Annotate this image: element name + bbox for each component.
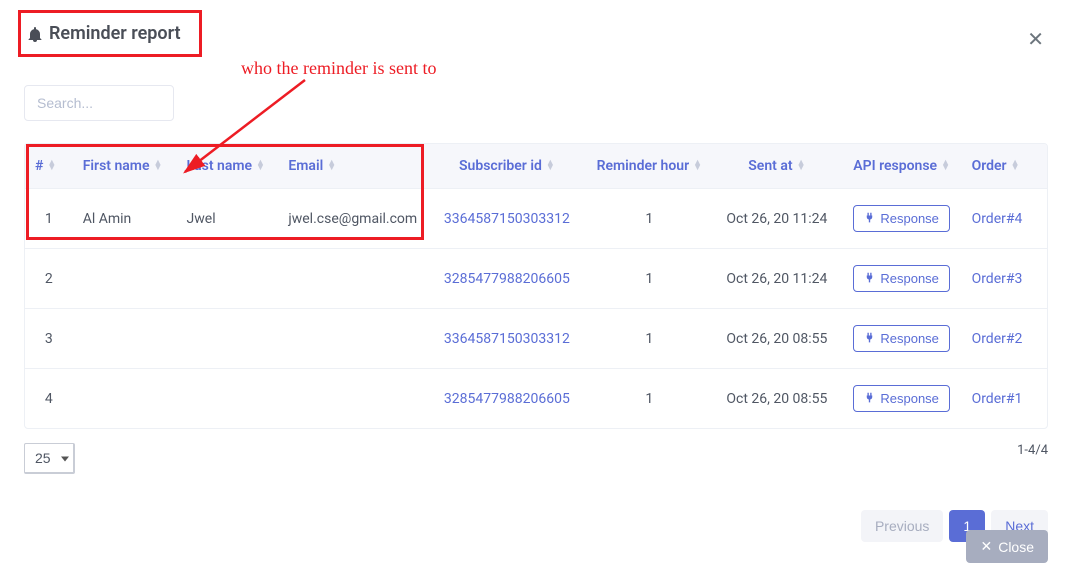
- cell-reminder-hour: 1: [587, 189, 713, 249]
- cell-order: Order#3: [962, 249, 1047, 309]
- table-footer: 25 1-4/4: [24, 443, 1048, 474]
- previous-button[interactable]: Previous: [861, 510, 943, 542]
- reminder-report-modal: Reminder report ✕ #▲▼ First name▲▼ Last …: [0, 0, 1072, 562]
- cell-order: Order#4: [962, 189, 1047, 249]
- cell-email: [278, 369, 427, 429]
- cell-subscriber-id: 3285477988206605: [427, 369, 586, 429]
- response-button[interactable]: Response: [853, 385, 950, 412]
- sort-icon: ▲▼: [693, 161, 702, 171]
- sort-icon: ▲▼: [327, 161, 336, 171]
- cell-last-name: [177, 369, 279, 429]
- sort-icon: ▲▼: [546, 161, 555, 171]
- cell-num: 4: [25, 369, 73, 429]
- sort-icon: ▲▼: [154, 161, 163, 171]
- cell-api-response: Response: [842, 249, 962, 309]
- pager: Previous 1 Next: [24, 510, 1048, 542]
- cell-first-name: [73, 369, 177, 429]
- col-header-first-name[interactable]: First name▲▼: [73, 144, 177, 189]
- cell-email: jwel.cse@gmail.com: [278, 189, 427, 249]
- modal-footer: ✕ Close: [966, 530, 1048, 563]
- table-header-row: #▲▼ First name▲▼ Last name▲▼ Email▲▼ Sub…: [25, 144, 1047, 189]
- cell-last-name: [177, 309, 279, 369]
- cell-reminder-hour: 1: [587, 249, 713, 309]
- modal-title: Reminder report: [49, 23, 181, 44]
- sort-icon: ▲▼: [256, 161, 265, 171]
- table-row: 1Al AminJweljwel.cse@gmail.com3364587150…: [25, 189, 1047, 249]
- col-header-num[interactable]: #▲▼: [25, 144, 73, 189]
- cell-num: 2: [25, 249, 73, 309]
- cell-order: Order#2: [962, 309, 1047, 369]
- range-text: 1-4/4: [1017, 443, 1048, 458]
- order-link[interactable]: Order#1: [972, 391, 1023, 407]
- search-input[interactable]: [24, 85, 174, 121]
- page-size-wrap: 25: [24, 443, 75, 474]
- cell-reminder-hour: 1: [587, 309, 713, 369]
- col-header-api-response[interactable]: API response▲▼: [842, 144, 962, 189]
- response-button[interactable]: Response: [853, 205, 950, 232]
- plug-icon: [864, 331, 875, 346]
- cell-email: [278, 309, 427, 369]
- cell-first-name: [73, 309, 177, 369]
- cell-api-response: Response: [842, 369, 962, 429]
- sort-icon: ▲▼: [941, 161, 950, 171]
- order-link[interactable]: Order#4: [972, 211, 1023, 227]
- cell-api-response: Response: [842, 309, 962, 369]
- sort-icon: ▲▼: [47, 161, 56, 171]
- cell-num: 3: [25, 309, 73, 369]
- cell-subscriber-id: 3285477988206605: [427, 249, 586, 309]
- cell-order: Order#1: [962, 369, 1047, 429]
- subscriber-link[interactable]: 3285477988206605: [444, 391, 570, 407]
- sort-icon: ▲▼: [1011, 161, 1020, 171]
- subscriber-link[interactable]: 3364587150303312: [444, 211, 570, 227]
- response-button[interactable]: Response: [853, 325, 950, 352]
- table-row: 4 3285477988206605 1Oct 26, 20 08:55 Respon…: [25, 369, 1047, 429]
- col-header-subscriber-id[interactable]: Subscriber id▲▼: [427, 144, 586, 189]
- page-size-select[interactable]: 25: [24, 443, 75, 474]
- search-container: [24, 85, 1048, 121]
- subscriber-link[interactable]: 3285477988206605: [444, 271, 570, 287]
- col-header-sent-at[interactable]: Sent at▲▼: [712, 144, 842, 189]
- cell-api-response: Response: [842, 189, 962, 249]
- col-header-order[interactable]: Order▲▼: [962, 144, 1047, 189]
- cell-first-name: [73, 249, 177, 309]
- bell-icon: [27, 26, 43, 42]
- cell-reminder-hour: 1: [587, 369, 713, 429]
- close-button-label: Close: [998, 539, 1034, 555]
- order-link[interactable]: Order#3: [972, 271, 1023, 287]
- col-header-reminder-hour[interactable]: Reminder hour▲▼: [587, 144, 713, 189]
- response-button[interactable]: Response: [853, 265, 950, 292]
- col-header-last-name[interactable]: Last name▲▼: [177, 144, 279, 189]
- title-highlight-box: Reminder report: [18, 10, 202, 57]
- cell-sent-at: Oct 26, 20 08:55: [712, 369, 842, 429]
- cell-last-name: [177, 249, 279, 309]
- cell-subscriber-id: 3364587150303312: [427, 309, 586, 369]
- cell-first-name: Al Amin: [73, 189, 177, 249]
- cell-subscriber-id: 3364587150303312: [427, 189, 586, 249]
- plug-icon: [864, 271, 875, 286]
- order-link[interactable]: Order#2: [972, 331, 1023, 347]
- modal-header: Reminder report ✕: [24, 20, 1048, 57]
- report-table: #▲▼ First name▲▼ Last name▲▼ Email▲▼ Sub…: [24, 143, 1048, 429]
- subscriber-link[interactable]: 3364587150303312: [444, 331, 570, 347]
- plug-icon: [864, 211, 875, 226]
- table-row: 3 3364587150303312 1Oct 26, 20 08:55 Respon…: [25, 309, 1047, 369]
- cell-sent-at: Oct 26, 20 08:55: [712, 309, 842, 369]
- cell-sent-at: Oct 26, 20 11:24: [712, 249, 842, 309]
- table-row: 2 3285477988206605 1Oct 26, 20 11:24 Respon…: [25, 249, 1047, 309]
- cell-last-name: Jwel: [177, 189, 279, 249]
- cell-email: [278, 249, 427, 309]
- close-button[interactable]: ✕ Close: [966, 530, 1048, 563]
- close-icon[interactable]: ✕: [1023, 25, 1048, 53]
- plug-icon: [864, 391, 875, 406]
- sort-icon: ▲▼: [797, 161, 806, 171]
- col-header-email[interactable]: Email▲▼: [278, 144, 427, 189]
- x-icon: ✕: [980, 538, 992, 555]
- cell-sent-at: Oct 26, 20 11:24: [712, 189, 842, 249]
- cell-num: 1: [25, 189, 73, 249]
